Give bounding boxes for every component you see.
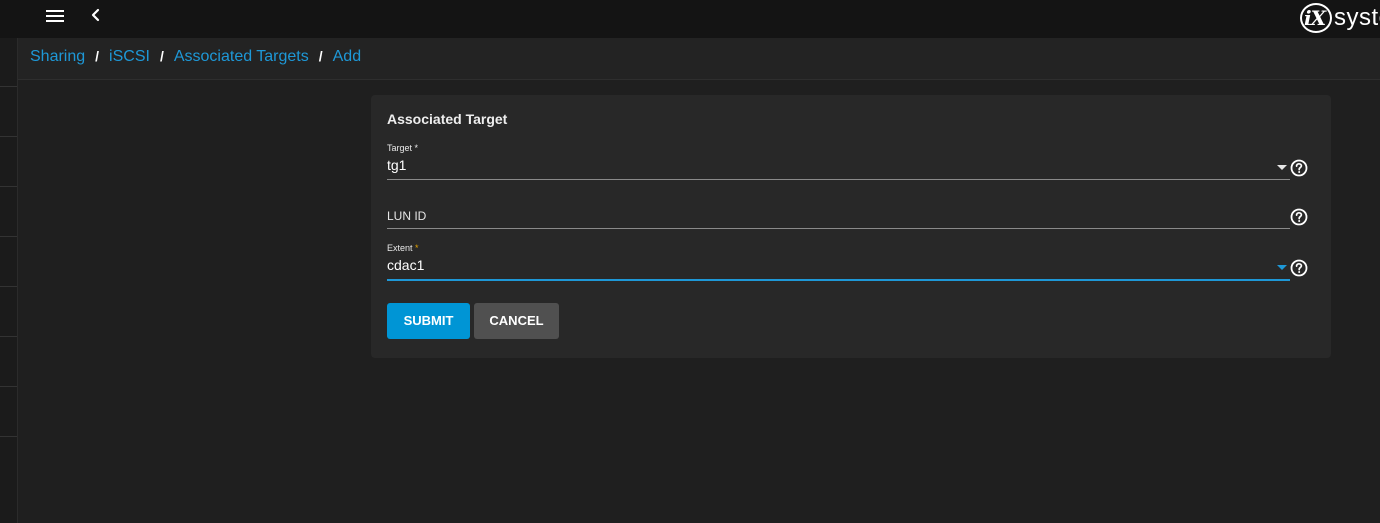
target-underline — [387, 179, 1290, 180]
cancel-button[interactable]: CANCEL — [474, 303, 559, 339]
rail-divider — [0, 236, 17, 237]
breadcrumb-bar: Sharing / iSCSI / Associated Targets / Add — [18, 38, 1380, 80]
breadcrumb-separator: / — [95, 48, 100, 64]
rail-divider — [0, 286, 17, 287]
target-label: Target * — [387, 143, 418, 153]
logo-text: systems — [1334, 4, 1380, 31]
logo-mark: iX — [1300, 3, 1332, 33]
lun-id-help-icon[interactable] — [1290, 208, 1308, 226]
rail-divider — [0, 436, 17, 437]
target-label-text: Target — [387, 143, 413, 153]
card-title: Associated Target — [387, 111, 508, 127]
extent-underline — [387, 279, 1290, 281]
dropdown-arrow-icon[interactable] — [1277, 265, 1287, 270]
extent-label: Extent * — [387, 243, 419, 253]
breadcrumb-iscsi[interactable]: iSCSI — [109, 48, 150, 65]
hamburger-menu-icon[interactable] — [40, 4, 70, 28]
rail-divider — [0, 86, 17, 87]
required-mark: * — [415, 243, 419, 253]
extent-select[interactable]: Extent * cdac1 — [387, 241, 1290, 283]
left-rail — [0, 38, 18, 523]
breadcrumb-add[interactable]: Add — [333, 48, 361, 65]
ixsystems-logo[interactable]: iX systems — [1296, 0, 1380, 38]
lun-id-input[interactable]: LUN ID — [387, 195, 1290, 231]
breadcrumb-separator: / — [159, 48, 164, 64]
top-bar: iX systems — [0, 0, 1380, 38]
breadcrumb-separator: / — [318, 48, 323, 64]
rail-divider — [0, 186, 17, 187]
target-select[interactable]: Target * tg1 — [387, 141, 1290, 181]
lun-id-underline — [387, 228, 1290, 229]
rail-divider — [0, 336, 17, 337]
submit-button[interactable]: SUBMIT — [387, 303, 470, 339]
target-help-icon[interactable] — [1290, 159, 1308, 177]
dropdown-arrow-icon[interactable] — [1277, 165, 1287, 170]
chevron-left-icon[interactable] — [84, 4, 108, 28]
logo-mark-text: iX — [1304, 6, 1326, 30]
breadcrumb-associated-targets[interactable]: Associated Targets — [174, 48, 309, 65]
associated-target-card: Associated Target Target * tg1 LUN ID Ex… — [371, 95, 1331, 358]
breadcrumb: Sharing / iSCSI / Associated Targets / Add — [30, 48, 361, 66]
target-value: tg1 — [387, 157, 407, 173]
extent-value: cdac1 — [387, 257, 425, 273]
extent-label-text: Extent — [387, 243, 413, 253]
lun-id-label: LUN ID — [387, 209, 427, 223]
extent-help-icon[interactable] — [1290, 259, 1308, 277]
required-mark: * — [414, 143, 419, 153]
rail-divider — [0, 386, 17, 387]
breadcrumb-sharing[interactable]: Sharing — [30, 48, 85, 65]
rail-divider — [0, 136, 17, 137]
